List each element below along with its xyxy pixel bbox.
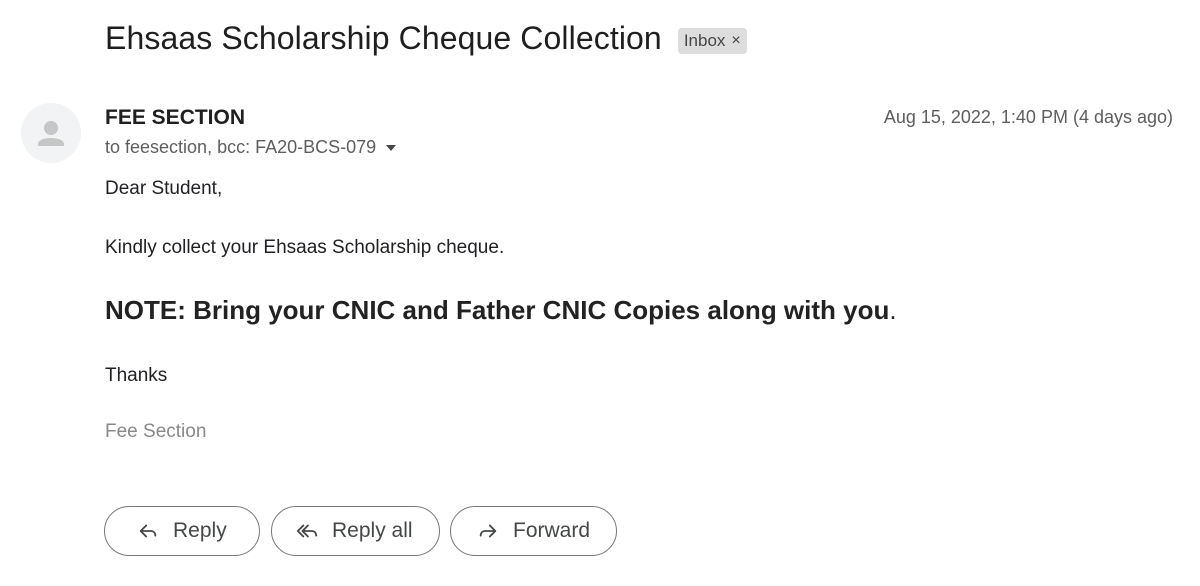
reply-all-icon [294, 518, 320, 544]
reply-label: Reply [173, 519, 227, 542]
sender-name[interactable]: FEE SECTION [105, 106, 245, 130]
person-icon [38, 121, 64, 146]
recipients-toggle[interactable]: to feesection, bcc: FA20-BCS-079 [105, 137, 397, 158]
remove-label-icon[interactable]: × [731, 32, 740, 50]
forward-icon [475, 518, 501, 544]
reply-icon [135, 518, 161, 544]
email-subject: Ehsaas Scholarship Cheque Collection [105, 20, 662, 56]
label-text: Inbox [683, 30, 726, 50]
recipients-text: to feesection, bcc: FA20-BCS-079 [105, 137, 377, 157]
body-note: NOTE: Bring your CNIC and Father CNIC Co… [105, 295, 897, 326]
sender-avatar[interactable] [21, 103, 81, 163]
body-thanks: Thanks [105, 365, 168, 386]
reply-all-button[interactable]: Reply all [271, 506, 440, 556]
subject-row: Ehsaas Scholarship Cheque Collection Inb… [105, 20, 747, 57]
reply-button[interactable]: Reply [104, 506, 260, 556]
forward-button[interactable]: Forward [450, 506, 617, 556]
forward-label: Forward [513, 519, 591, 542]
email-date: Aug 15, 2022, 1:40 PM (4 days ago) [883, 107, 1173, 127]
reply-all-label: Reply all [332, 519, 413, 542]
chevron-down-icon[interactable] [386, 144, 397, 151]
inbox-label-chip[interactable]: Inbox × [677, 27, 747, 54]
body-greeting: Dear Student, [105, 178, 223, 199]
email-signature: Fee Section [105, 421, 207, 442]
note-tail: . [889, 295, 897, 325]
body-line: Kindly collect your Ehsaas Scholarship c… [105, 237, 505, 258]
note-bold-text: NOTE: Bring your CNIC and Father CNIC Co… [105, 295, 890, 325]
